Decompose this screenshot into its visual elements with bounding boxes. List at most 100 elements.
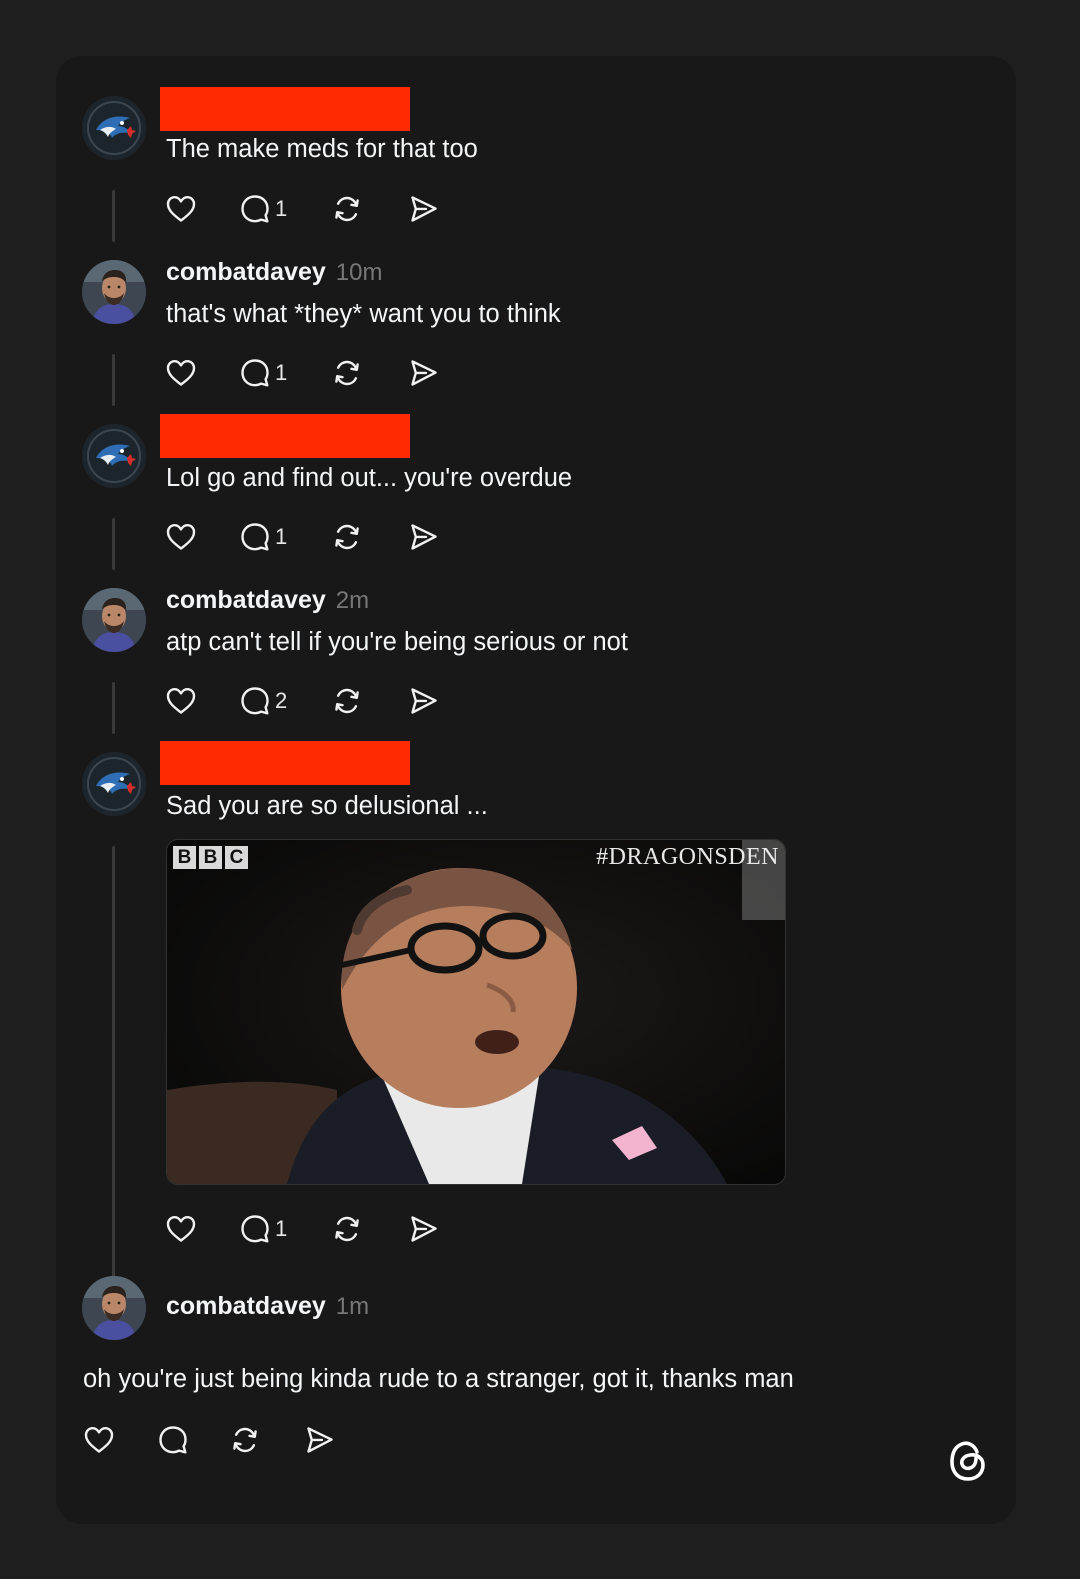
heart-icon xyxy=(164,520,198,554)
gif-frame xyxy=(167,840,785,1184)
post-actions: 2 xyxy=(164,683,464,719)
send-icon xyxy=(406,356,440,390)
timestamp[interactable]: 1m xyxy=(336,1293,369,1320)
repost-button[interactable] xyxy=(330,1211,364,1247)
blue-jays-logo-icon xyxy=(82,752,146,816)
like-button[interactable] xyxy=(82,1422,116,1458)
share-button[interactable] xyxy=(406,355,440,391)
like-button[interactable] xyxy=(164,519,198,555)
thread-connector xyxy=(112,190,115,242)
repost-button[interactable] xyxy=(330,683,364,719)
comment-icon xyxy=(238,1212,272,1246)
share-button[interactable] xyxy=(406,519,440,555)
username-link[interactable]: combatdavey xyxy=(166,586,326,614)
profile-photo xyxy=(82,1276,146,1340)
comment-icon xyxy=(238,520,272,554)
comment-icon xyxy=(238,684,272,718)
reply-count: 1 xyxy=(275,1216,288,1241)
gif-hashtag: #DRAGONSDEN xyxy=(596,844,779,870)
timestamp[interactable]: 10m xyxy=(336,259,383,286)
send-icon xyxy=(406,192,440,226)
like-button[interactable] xyxy=(164,683,198,719)
post-text: Sad you are so delusional ... xyxy=(166,792,488,820)
heart-icon xyxy=(82,1423,116,1457)
redacted-username xyxy=(160,741,410,785)
post-text: The make meds for that too xyxy=(166,135,478,163)
post-actions: 1 xyxy=(164,519,464,555)
share-button[interactable] xyxy=(406,1211,440,1247)
post-text: that's what *they* want you to think xyxy=(166,300,561,328)
send-icon xyxy=(406,1212,440,1246)
post-header: combatdavey 2m xyxy=(166,586,369,616)
reply-button[interactable]: 1 xyxy=(238,355,287,391)
avatar[interactable] xyxy=(82,424,146,488)
post-text: atp can't tell if you're being serious o… xyxy=(166,628,628,656)
redacted-username xyxy=(160,414,410,458)
thread-connector xyxy=(112,354,115,406)
post-actions: 1 xyxy=(164,355,464,391)
avatar[interactable] xyxy=(82,588,146,652)
post-text: oh you're just being kinda rude to a str… xyxy=(83,1365,794,1393)
heart-icon xyxy=(164,192,198,226)
repost-button[interactable] xyxy=(330,191,364,227)
reply-button[interactable]: 1 xyxy=(238,519,287,555)
reply-button[interactable]: 1 xyxy=(238,191,287,227)
avatar[interactable] xyxy=(82,260,146,324)
share-button[interactable] xyxy=(302,1422,336,1458)
thread-connector xyxy=(112,846,115,1316)
heart-icon xyxy=(164,1212,198,1246)
share-button[interactable] xyxy=(406,683,440,719)
reply-count: 2 xyxy=(275,688,288,713)
post-actions: 1 xyxy=(164,1211,464,1247)
comment-icon xyxy=(238,356,272,390)
blue-jays-logo-icon xyxy=(82,96,146,160)
repost-icon xyxy=(330,520,364,554)
reply-count: 1 xyxy=(275,196,288,221)
username-link[interactable]: combatdavey xyxy=(166,1292,326,1320)
post-actions: 1 xyxy=(164,191,464,227)
send-icon xyxy=(406,520,440,554)
blue-jays-logo-icon xyxy=(82,424,146,488)
profile-photo xyxy=(82,588,146,652)
like-button[interactable] xyxy=(164,355,198,391)
avatar[interactable] xyxy=(82,752,146,816)
reply-button[interactable]: 2 xyxy=(238,683,287,719)
post-text: Lol go and find out... you're overdue xyxy=(166,464,573,492)
reply-count: 1 xyxy=(275,524,288,549)
repost-button[interactable] xyxy=(330,519,364,555)
post-header: combatdavey 1m xyxy=(166,1292,369,1322)
post-actions xyxy=(82,1422,382,1458)
repost-button[interactable] xyxy=(330,355,364,391)
avatar[interactable] xyxy=(82,1276,146,1340)
reply-count: 1 xyxy=(275,360,288,385)
thread-connector xyxy=(112,682,115,734)
send-icon xyxy=(406,684,440,718)
repost-icon xyxy=(330,684,364,718)
redacted-username xyxy=(160,87,410,131)
profile-photo xyxy=(82,260,146,324)
like-button[interactable] xyxy=(164,191,198,227)
comment-icon xyxy=(156,1423,190,1457)
share-button[interactable] xyxy=(406,191,440,227)
thread-card: The make meds for that too 1 combatdavey… xyxy=(56,56,1016,1524)
bbc-logo: BBC xyxy=(173,846,248,869)
post-header: combatdavey 10m xyxy=(166,258,382,288)
username-link[interactable]: combatdavey xyxy=(166,258,326,286)
threads-logo-icon[interactable] xyxy=(946,1436,990,1484)
reply-button[interactable]: 1 xyxy=(238,1211,287,1247)
like-button[interactable] xyxy=(164,1211,198,1247)
reply-button[interactable] xyxy=(156,1422,190,1458)
repost-icon xyxy=(330,192,364,226)
thread-connector xyxy=(112,518,115,570)
heart-icon xyxy=(164,684,198,718)
repost-icon xyxy=(330,356,364,390)
repost-icon xyxy=(330,1212,364,1246)
repost-icon xyxy=(228,1423,262,1457)
timestamp[interactable]: 2m xyxy=(336,587,369,614)
repost-button[interactable] xyxy=(228,1422,262,1458)
gif-attachment[interactable]: BBC #DRAGONSDEN xyxy=(166,839,786,1185)
comment-icon xyxy=(238,192,272,226)
send-icon xyxy=(302,1423,336,1457)
heart-icon xyxy=(164,356,198,390)
avatar[interactable] xyxy=(82,96,146,160)
